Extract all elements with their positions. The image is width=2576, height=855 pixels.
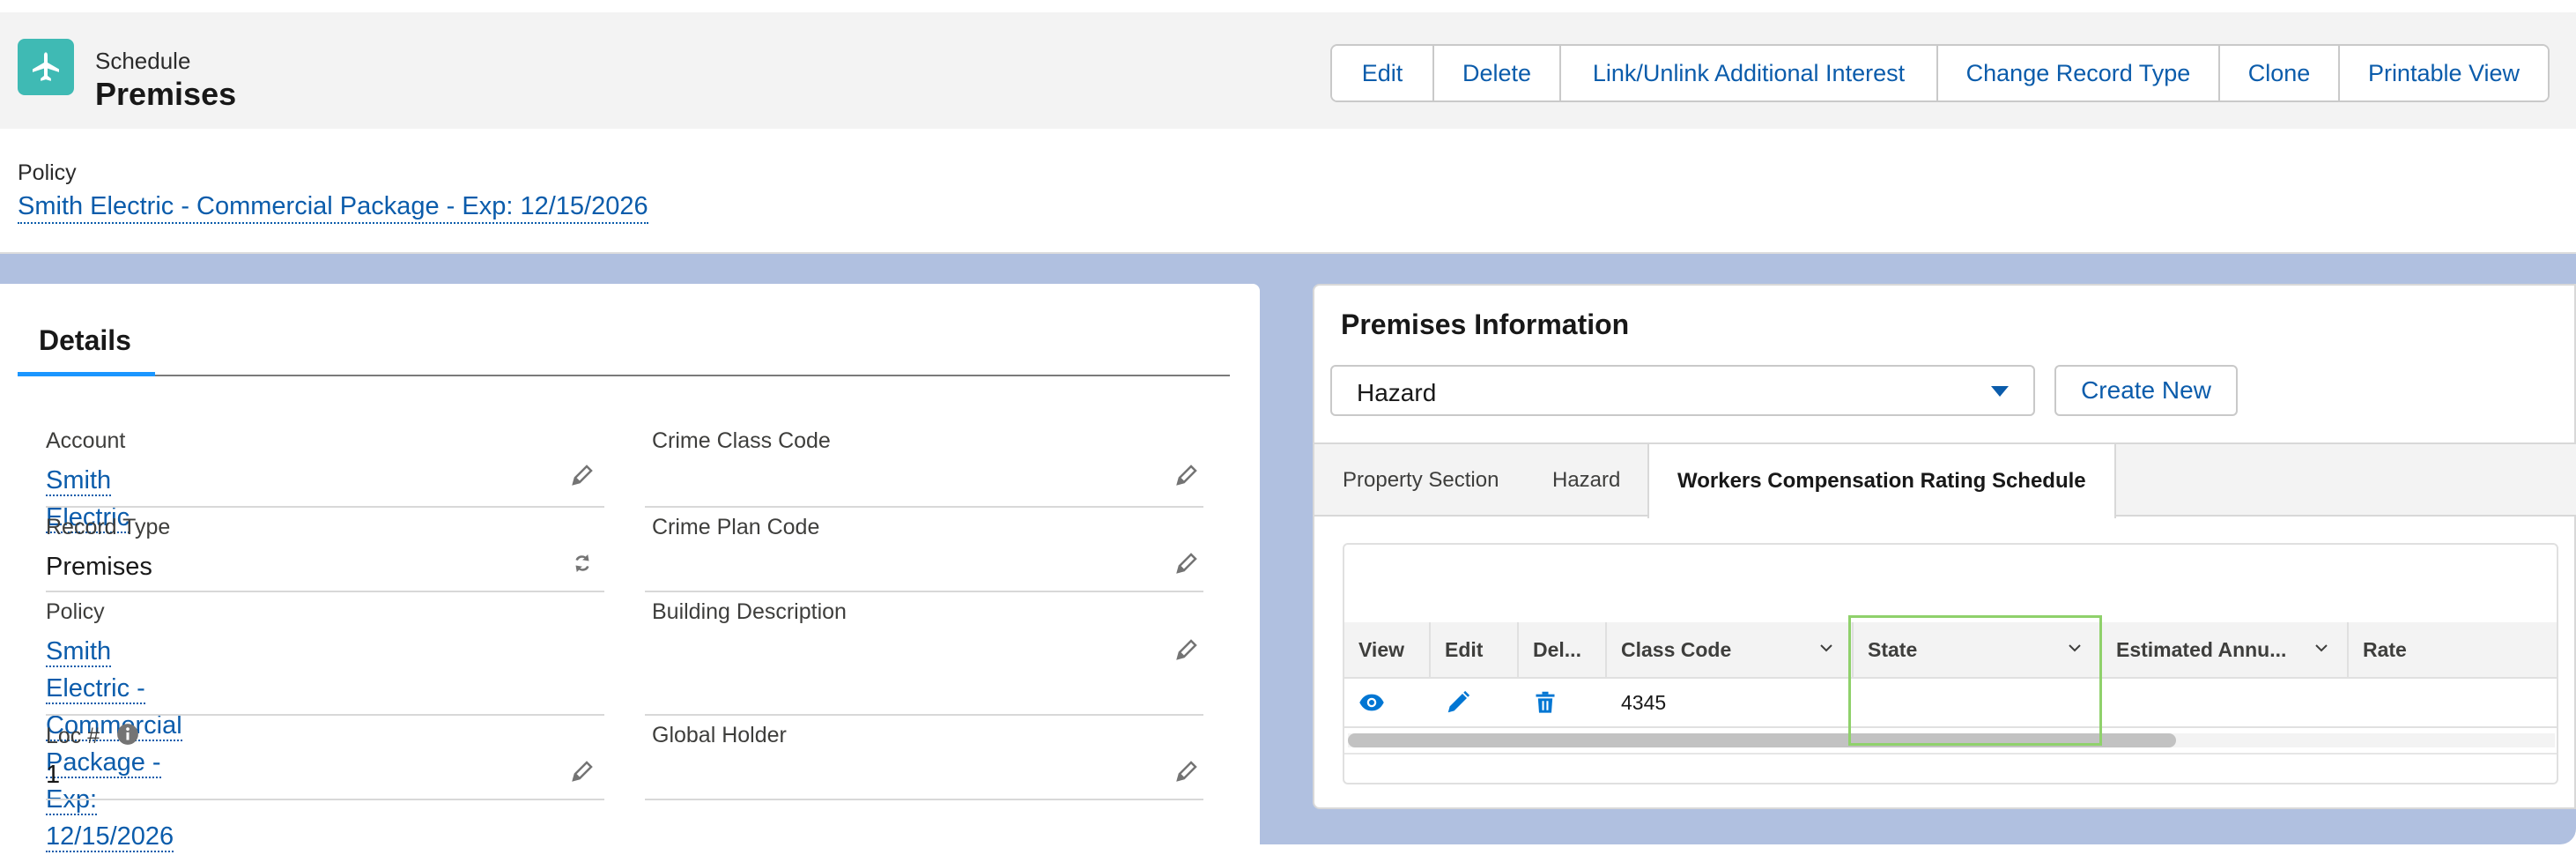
page-title: Premises <box>95 76 237 112</box>
pencil-icon[interactable] <box>569 758 596 784</box>
pencil-icon[interactable] <box>1173 758 1200 784</box>
details-card: Details Account Smith Electric Record Ty… <box>0 284 1260 852</box>
loc-number-value: 1 <box>46 761 61 789</box>
field-divider <box>46 799 604 800</box>
table-footer-divider <box>1344 753 2557 755</box>
field-label: Loc # <box>46 723 139 749</box>
column-header-view: View <box>1344 622 1431 677</box>
horizontal-scrollbar-thumb[interactable] <box>1348 733 2176 747</box>
record-type-value: Premises <box>46 553 152 581</box>
field-label: Account <box>46 428 126 453</box>
rating-schedule-table: View Edit Del... Class Code State Estima… <box>1343 543 2558 784</box>
record-actions: Edit Delete Link/Unlink Additional Inter… <box>1330 44 2550 102</box>
edit-cell <box>1431 679 1519 726</box>
field-divider <box>645 714 1203 716</box>
delete-cell <box>1519 679 1607 726</box>
top-strip <box>0 0 2576 12</box>
pencil-icon[interactable] <box>1173 550 1200 576</box>
edit-button[interactable]: Edit <box>1332 46 1434 100</box>
select-value: Hazard <box>1357 379 1437 406</box>
tab-bar: Property Section Hazard Workers Compensa… <box>1314 442 2576 518</box>
column-label: Class Code <box>1621 637 1732 661</box>
type-select[interactable]: Hazard <box>1330 365 2035 416</box>
tab-workers-compensation-rating-schedule[interactable]: Workers Compensation Rating Schedule <box>1647 444 2116 518</box>
object-type-label: Schedule <box>95 48 191 74</box>
info-icon[interactable] <box>116 723 139 746</box>
eye-icon[interactable] <box>1358 689 1385 716</box>
policy-link[interactable]: Smith Electric - Commercial Package - Ex… <box>18 190 648 224</box>
create-new-button[interactable]: Create New <box>2054 365 2238 416</box>
trash-icon[interactable] <box>1533 690 1558 715</box>
active-tab-indicator <box>18 372 155 376</box>
rate-cell <box>2349 679 2557 726</box>
column-header-estimated-annual[interactable]: Estimated Annu... <box>2102 622 2349 677</box>
link-unlink-additional-interest-button[interactable]: Link/Unlink Additional Interest <box>1561 46 1938 100</box>
pencil-icon[interactable] <box>1173 462 1200 488</box>
loc-number-label: Loc # <box>46 724 100 748</box>
field-label: Crime Plan Code <box>652 515 820 539</box>
class-code-cell: 4345 <box>1621 690 1667 714</box>
column-label: Del... <box>1533 637 1581 661</box>
column-header-rate[interactable]: Rate <box>2349 622 2557 677</box>
field-divider <box>46 506 604 508</box>
column-label: Edit <box>1445 637 1484 661</box>
field-label: Crime Class Code <box>652 428 831 453</box>
column-label: Estimated Annu... <box>2116 637 2287 661</box>
change-record-type-button[interactable]: Change Record Type <box>1938 46 2220 100</box>
table-header: View Edit Del... Class Code State Estima… <box>1344 622 2557 679</box>
table-row: 4345 <box>1344 679 2557 728</box>
field-divider <box>645 506 1203 508</box>
state-cell[interactable] <box>1854 679 2102 726</box>
column-label: Rate <box>2363 637 2407 661</box>
caret-down-icon <box>1991 386 2009 397</box>
field-label: Building Description <box>652 599 847 624</box>
field-label: Global Holder <box>652 723 787 747</box>
pencil-icon[interactable] <box>1173 636 1200 663</box>
field-divider <box>645 591 1203 592</box>
field-label: Policy <box>46 599 105 624</box>
tab-hazard[interactable]: Hazard <box>1552 444 1620 517</box>
policy-label: Policy <box>18 160 77 185</box>
field-label: Record Type <box>46 515 171 539</box>
column-label: State <box>1868 637 1918 661</box>
pencil-icon[interactable] <box>1445 689 1471 716</box>
policy-field-link-line2[interactable]: 12/15/2026 <box>46 822 174 852</box>
field-divider <box>46 591 604 592</box>
column-header-class-code[interactable]: Class Code <box>1607 622 1854 677</box>
column-header-delete: Del... <box>1519 622 1607 677</box>
pencil-icon[interactable] <box>569 462 596 488</box>
tab-divider <box>18 375 1230 376</box>
chevron-down-icon[interactable] <box>2315 642 2328 654</box>
policy-highlight-bar: Policy Smith Electric - Commercial Packa… <box>0 129 2576 254</box>
record-header: Schedule Premises Edit Delete Link/Unlin… <box>0 12 2576 129</box>
tab-details[interactable]: Details <box>39 324 131 357</box>
section-title: Premises Information <box>1341 309 1630 340</box>
change-record-type-icon[interactable] <box>569 550 596 576</box>
clone-button[interactable]: Clone <box>2220 46 2340 100</box>
delete-button[interactable]: Delete <box>1434 46 1561 100</box>
tab-property-section[interactable]: Property Section <box>1343 444 1499 517</box>
chevron-down-icon[interactable] <box>2069 642 2081 654</box>
column-label: View <box>1358 637 1404 661</box>
premises-information-card: Premises Information Hazard Create New P… <box>1313 284 2576 809</box>
view-cell <box>1344 679 1431 726</box>
airplane-icon <box>18 39 74 95</box>
field-divider <box>645 799 1203 800</box>
column-header-edit: Edit <box>1431 622 1519 677</box>
estimated-annual-cell <box>2102 679 2349 726</box>
column-header-state[interactable]: State <box>1854 622 2102 677</box>
field-divider <box>46 714 604 716</box>
printable-view-button[interactable]: Printable View <box>2340 46 2548 100</box>
chevron-down-icon[interactable] <box>1820 642 1832 654</box>
